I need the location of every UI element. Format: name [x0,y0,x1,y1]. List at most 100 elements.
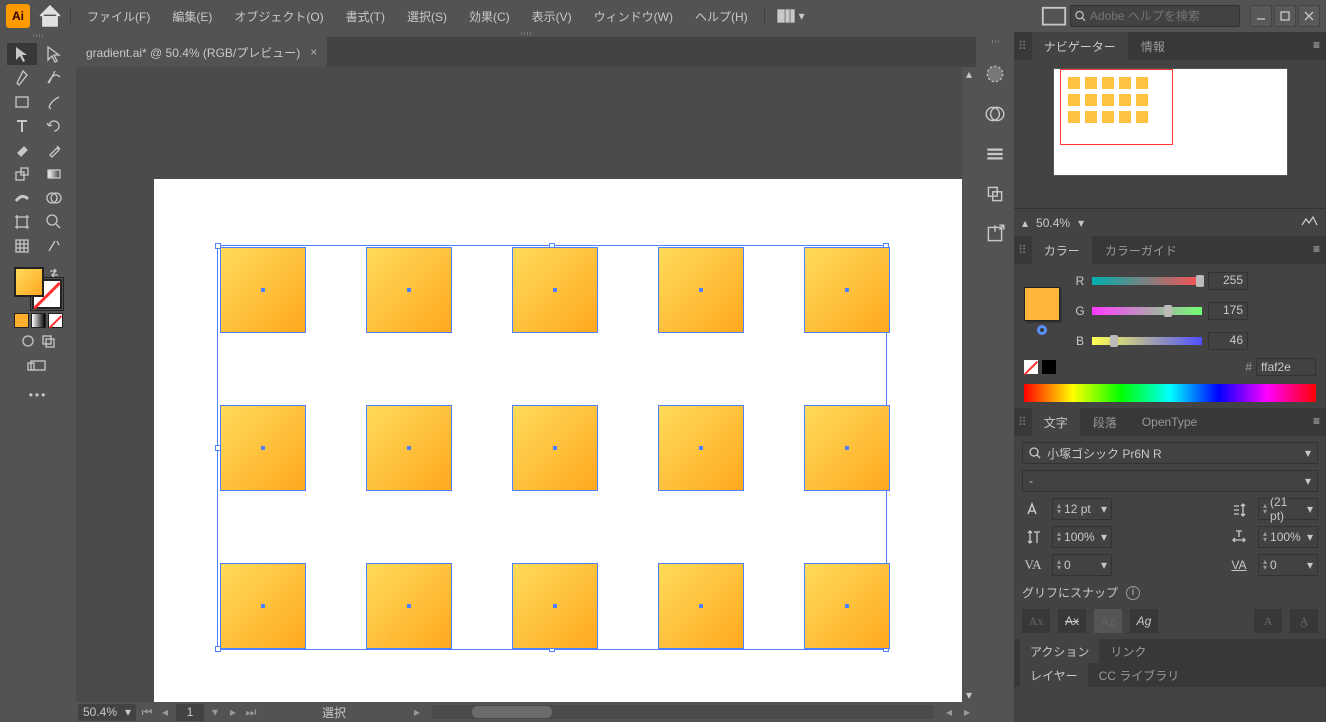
help-search[interactable] [1070,5,1240,27]
shape-rectangle[interactable] [366,247,452,333]
hex-field[interactable]: ffaf2e [1256,358,1316,376]
zoom-tool[interactable] [39,211,69,233]
scroll-up-icon[interactable]: ▴ [962,67,976,81]
glyph-opt-6[interactable]: A̲ [1290,609,1318,633]
menu-view[interactable]: 表示(V) [522,2,582,31]
hscale-field[interactable]: ▴▾100%▾ [1258,526,1318,548]
color-target-icon[interactable] [1037,325,1047,335]
tab-paragraph[interactable]: 段落 [1081,408,1129,436]
none-color-button[interactable] [1024,360,1038,374]
none-mode-button[interactable] [48,313,63,328]
shape-rectangle[interactable] [512,405,598,491]
draw-behind-icon[interactable] [41,334,55,351]
gradient-mode-button[interactable] [31,313,46,328]
help-search-input[interactable] [1090,9,1235,23]
panel-grip[interactable] [25,34,51,37]
b-slider[interactable] [1092,337,1202,345]
home-button[interactable] [36,3,64,29]
canvas[interactable] [76,67,962,702]
vscale-field[interactable]: ▴▾100%▾ [1052,526,1112,548]
tab-cc-libraries[interactable]: CC ライブラリ [1089,663,1190,687]
g-value[interactable]: 175 [1208,302,1248,320]
artboard-tool[interactable] [7,211,37,233]
type-tool[interactable] [7,115,37,137]
fill-swatch[interactable] [14,267,44,297]
tab-color-guide[interactable]: カラーガイド [1093,236,1189,264]
fill-stroke-swatches[interactable] [14,267,62,309]
menu-type[interactable]: 書式(T) [336,2,395,31]
shape-rectangle[interactable] [220,247,306,333]
eyedropper-tool[interactable] [39,139,69,161]
rectangle-tool[interactable] [7,91,37,113]
glyph-opt-4[interactable]: Ag [1130,609,1158,633]
font-style-field[interactable]: -▾ [1022,470,1318,492]
tab-close-icon[interactable]: × [310,45,317,59]
minimize-button[interactable] [1250,5,1272,27]
tab-info[interactable]: 情報 [1129,32,1177,60]
menu-select[interactable]: 選択(S) [397,2,457,31]
screen-mode-icon[interactable] [27,359,49,376]
edit-toolbar-button[interactable]: ••• [29,388,48,402]
color-swatch[interactable] [1024,287,1060,321]
panel-menu-icon[interactable]: ≡ [1313,414,1320,428]
glyph-opt-3[interactable]: Ag [1094,609,1122,633]
width-tool[interactable] [7,187,37,209]
shape-rectangle[interactable] [804,563,890,649]
r-value[interactable]: 255 [1208,272,1248,290]
glyph-opt-5[interactable]: A [1254,609,1282,633]
g-slider[interactable] [1092,307,1202,315]
transparency-panel-icon[interactable] [984,103,1006,125]
nav-zoom-out-icon[interactable]: ▴ [1022,216,1028,230]
maximize-button[interactable] [1274,5,1296,27]
shape-rectangle[interactable] [512,563,598,649]
menu-edit[interactable]: 編集(E) [162,2,222,31]
tracking-field[interactable]: ▴▾0▾ [1258,554,1318,576]
shape-rectangle[interactable] [804,247,890,333]
appearance-panel-icon[interactable] [984,63,1006,85]
shape-rectangle[interactable] [658,563,744,649]
nav-zoom-dd-icon[interactable]: ▾ [1078,216,1084,230]
leading-field[interactable]: ▴▾(21 pt)▾ [1258,498,1318,520]
swap-fill-stroke-icon[interactable] [48,267,60,282]
artboard-number[interactable]: 1 [176,704,204,721]
arrange-button[interactable] [1040,3,1068,29]
menu-help[interactable]: ヘルプ(H) [685,2,758,31]
selection-tool[interactable] [7,43,37,65]
color-mode-button[interactable] [14,313,29,328]
color-spectrum[interactable] [1024,384,1316,402]
document-tab[interactable]: gradient.ai* @ 50.4% (RGB/プレビュー) × [76,37,327,67]
curvature-tool[interactable] [39,67,69,89]
shape-rectangle[interactable] [658,405,744,491]
scale-tool[interactable] [7,163,37,185]
r-slider[interactable] [1092,277,1202,285]
libraries-panel-icon[interactable] [984,183,1006,205]
eraser-tool[interactable] [7,139,37,161]
perspective-grid-tool[interactable] [7,235,37,257]
paintbrush-tool[interactable] [39,91,69,113]
menu-object[interactable]: オブジェクト(O) [224,2,333,31]
vertical-scrollbar[interactable]: ▴ ▾ [962,67,976,702]
last-artboard-button[interactable]: ⏭ [244,705,258,719]
direct-selection-tool[interactable] [39,43,69,65]
tab-layers[interactable]: レイヤー [1020,663,1088,687]
tab-character[interactable]: 文字 [1032,408,1080,436]
shape-rectangle[interactable] [658,247,744,333]
first-artboard-button[interactable]: ⏮ [140,705,154,719]
shape-rectangle[interactable] [220,563,306,649]
layout-switcher[interactable]: ▾ [771,5,811,27]
tab-links[interactable]: リンク [1100,639,1156,663]
shape-rectangle[interactable] [220,405,306,491]
horizontal-scrollbar[interactable] [432,705,934,719]
font-size-field[interactable]: ▴▾12 pt▾ [1052,498,1112,520]
export-panel-icon[interactable] [984,223,1006,245]
menu-effect[interactable]: 効果(C) [459,2,520,31]
nav-mountains-icon[interactable] [1300,215,1318,230]
rotate-tool[interactable] [39,115,69,137]
tab-navigator[interactable]: ナビゲーター [1032,32,1128,60]
zoom-field[interactable]: 50.4%▾ [78,704,136,721]
nav-zoom-value[interactable]: 50.4% [1036,216,1070,230]
gradient-tool[interactable] [39,163,69,185]
pen-tool[interactable] [7,67,37,89]
scroll-down-icon[interactable]: ▾ [962,688,976,702]
status-play-icon[interactable]: ▸ [410,705,424,719]
